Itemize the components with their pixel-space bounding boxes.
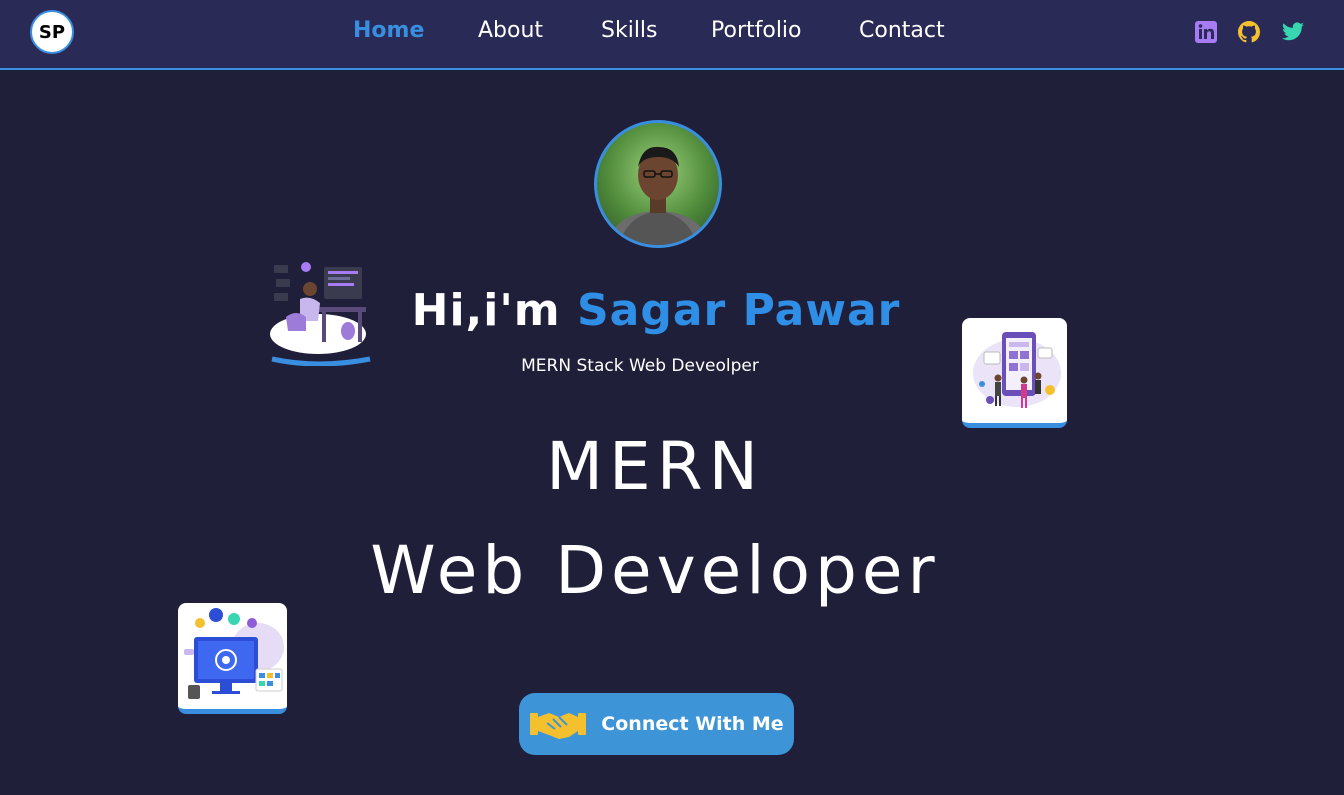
cloud-dev-card bbox=[178, 603, 287, 714]
role-subtitle: MERN Stack Web Deveolper bbox=[521, 356, 759, 376]
greeting-prefix: Hi,i'm bbox=[411, 285, 561, 336]
nav-home[interactable]: Home bbox=[353, 18, 424, 43]
nav-portfolio[interactable]: Portfolio bbox=[711, 18, 802, 43]
nav-skills[interactable]: Skills bbox=[601, 18, 658, 43]
profile-avatar bbox=[594, 120, 722, 248]
connect-button[interactable]: Connect With Me bbox=[519, 693, 794, 755]
twitter-icon[interactable] bbox=[1281, 20, 1305, 44]
headline-line2: Web Developer bbox=[370, 532, 940, 609]
app-design-card bbox=[962, 318, 1067, 428]
top-navbar: SP Home About Skills Portfolio Contact bbox=[0, 0, 1344, 70]
nav-links: Home About Skills Portfolio Contact bbox=[0, 18, 1344, 48]
github-icon[interactable] bbox=[1237, 20, 1261, 44]
nav-contact[interactable]: Contact bbox=[859, 18, 945, 43]
linkedin-icon[interactable] bbox=[1194, 20, 1218, 44]
connect-button-label: Connect With Me bbox=[601, 713, 784, 735]
handshake-icon bbox=[530, 713, 587, 739]
greeting-heading: Hi,i'm Sagar Pawar bbox=[0, 285, 1312, 336]
nav-about[interactable]: About bbox=[478, 18, 543, 43]
person-name: Sagar Pawar bbox=[576, 285, 901, 336]
headline-line1: MERN bbox=[546, 428, 764, 505]
